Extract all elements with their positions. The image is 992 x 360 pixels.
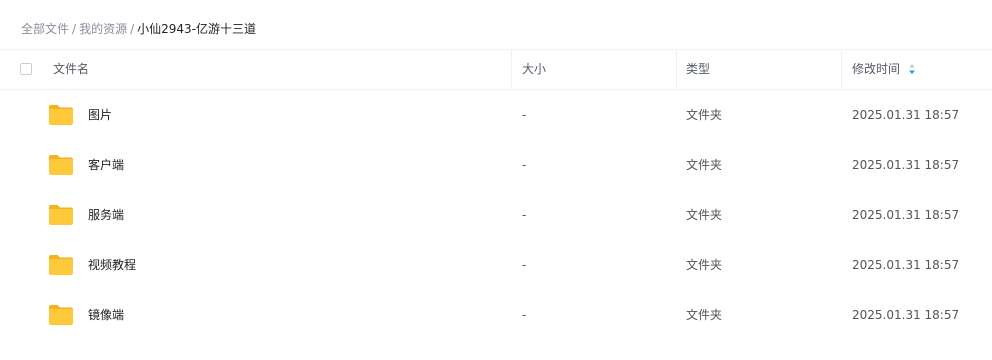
table-row[interactable]: 图片 - 文件夹 2025.01.31 18:57 [0,90,992,140]
column-divider[interactable] [511,50,512,89]
breadcrumb-item-my-resources[interactable]: 我的资源 [79,22,127,36]
breadcrumb-item-all-files[interactable]: 全部文件 [21,22,69,36]
breadcrumb-current-folder: 小仙2943-亿游十三道 [137,22,256,36]
table-body: 图片 - 文件夹 2025.01.31 18:57 客户端 - 文件夹 2025… [0,90,992,340]
file-size: - [522,308,527,322]
file-modified-time: 2025.01.31 18:57 [852,308,960,322]
breadcrumb-separator: / [130,22,135,36]
folder-icon [49,255,73,275]
table-row[interactable]: 镜像端 - 文件夹 2025.01.31 18:57 [0,290,992,340]
table-row[interactable]: 服务端 - 文件夹 2025.01.31 18:57 [0,190,992,240]
select-all-checkbox[interactable] [20,63,32,75]
file-type: 文件夹 [686,108,723,122]
breadcrumb-separator: / [72,22,77,36]
folder-icon [49,305,73,325]
column-divider[interactable] [841,50,842,89]
file-table: 文件名 大小 类型 修改时间 图片 - 文件夹 2025.01.31 18:57 [0,49,992,340]
column-header-modified-label: 修改时间 [852,62,901,76]
file-type: 文件夹 [686,158,723,172]
table-row[interactable]: 视频教程 - 文件夹 2025.01.31 18:57 [0,240,992,290]
breadcrumb: 全部文件 / 我的资源 / 小仙2943-亿游十三道 [21,19,256,39]
folder-icon [49,205,73,225]
sort-desc-icon[interactable] [908,63,916,75]
file-name[interactable]: 镜像端 [88,290,124,340]
file-modified-time: 2025.01.31 18:57 [852,208,960,222]
table-row[interactable]: 客户端 - 文件夹 2025.01.31 18:57 [0,140,992,190]
folder-icon [49,155,73,175]
file-name[interactable]: 图片 [88,90,112,140]
file-size: - [522,208,527,222]
file-name[interactable]: 客户端 [88,140,124,190]
table-header: 文件名 大小 类型 修改时间 [0,49,992,90]
file-modified-time: 2025.01.31 18:57 [852,258,960,272]
column-header-size[interactable]: 大小 [522,50,546,89]
folder-icon [49,105,73,125]
file-modified-time: 2025.01.31 18:57 [852,108,960,122]
file-name[interactable]: 视频教程 [88,240,136,290]
file-type: 文件夹 [686,258,723,272]
column-header-modified[interactable]: 修改时间 [852,50,916,89]
file-type: 文件夹 [686,308,723,322]
file-name[interactable]: 服务端 [88,190,124,240]
file-size: - [522,258,527,272]
file-type: 文件夹 [686,208,723,222]
column-header-name[interactable]: 文件名 [53,50,89,89]
file-size: - [522,108,527,122]
file-modified-time: 2025.01.31 18:57 [852,158,960,172]
file-size: - [522,158,527,172]
column-header-type[interactable]: 类型 [686,50,710,89]
column-divider[interactable] [676,50,677,89]
